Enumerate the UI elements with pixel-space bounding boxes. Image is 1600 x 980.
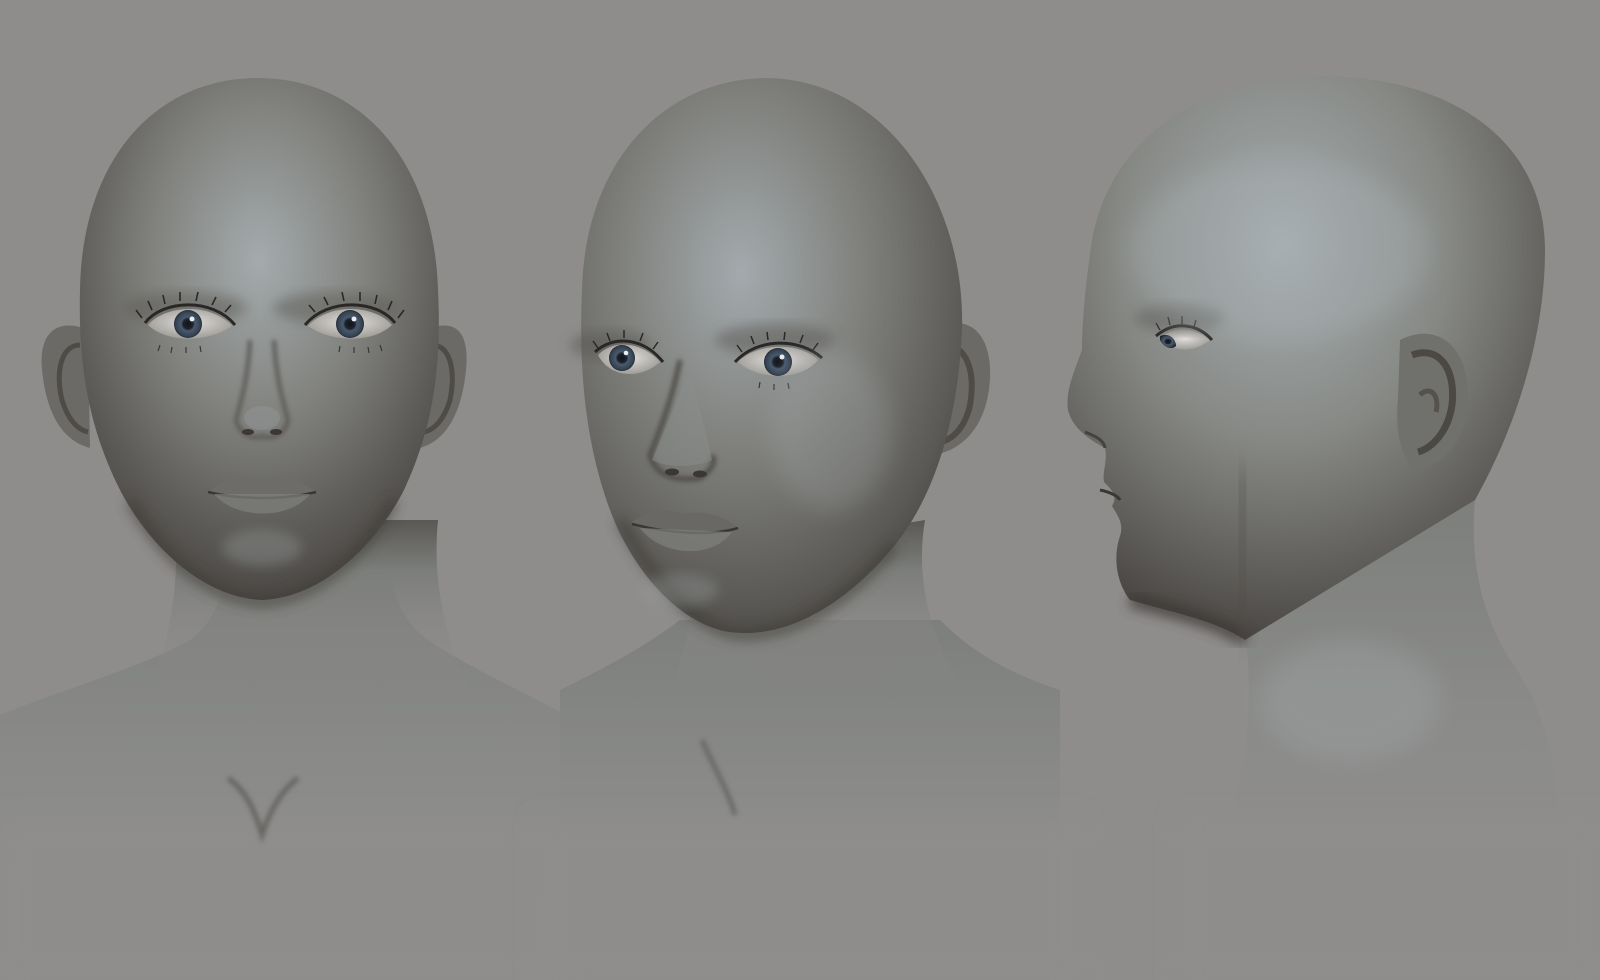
render-svg	[0, 76, 1600, 980]
sculpt-render-canvas	[0, 0, 1600, 980]
front-view-head	[0, 78, 560, 980]
profile-view-head	[1067, 76, 1600, 980]
three-quarter-view-head	[540, 78, 1080, 980]
